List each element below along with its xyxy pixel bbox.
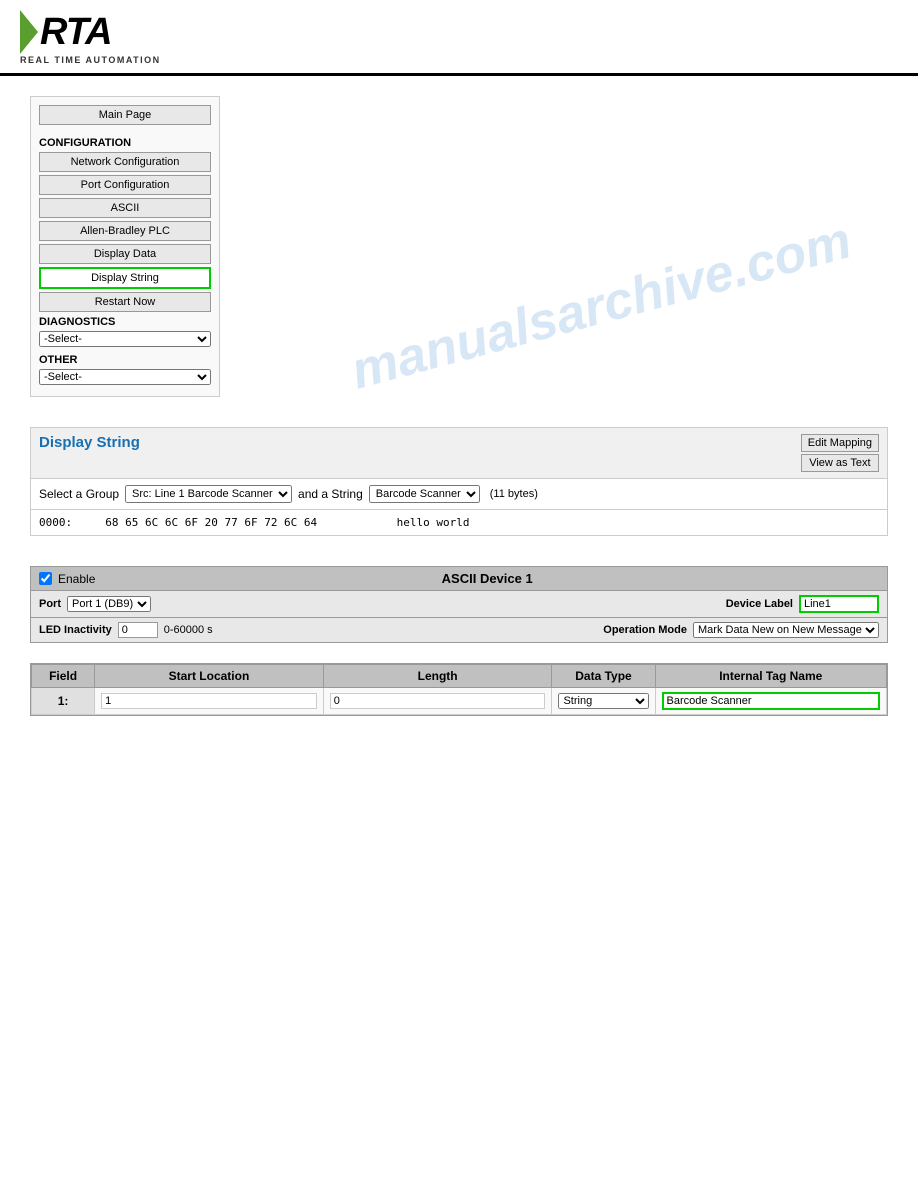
diagnostics-select[interactable]: -Select- — [39, 331, 211, 347]
main-content: manualsarchive.com Main Page CONFIGURATI… — [0, 76, 918, 736]
data-offset: 0000: — [39, 516, 72, 529]
device-label-input[interactable] — [799, 595, 879, 613]
view-as-text-button[interactable]: View as Text — [801, 454, 879, 472]
nav-allen-bradley-plc[interactable]: Allen-Bradley PLC — [39, 221, 211, 241]
header: RTA REAL TIME AUTOMATION — [0, 0, 918, 76]
start-location-input[interactable] — [101, 693, 317, 709]
row-data-type[interactable]: String — [552, 688, 655, 715]
operation-mode-label: Operation Mode — [603, 624, 687, 636]
logo-arrow-icon — [20, 10, 38, 54]
data-hex: 68 65 6C 6C 6F 20 77 6F 72 6C 64 — [105, 516, 317, 529]
nav-ascii[interactable]: ASCII — [39, 198, 211, 218]
led-inactivity-input[interactable] — [118, 622, 158, 638]
led-inactivity-label: LED Inactivity — [39, 624, 112, 636]
device-label-label: Device Label — [726, 598, 793, 610]
nav-panel: Main Page CONFIGURATION Network Configur… — [30, 96, 220, 397]
ascii-section: Enable ASCII Device 1 Port Port 1 (DB9) … — [30, 566, 888, 643]
bytes-label: (11 bytes) — [490, 488, 538, 500]
watermark: manualsarchive.com — [345, 210, 857, 401]
row-length[interactable] — [323, 688, 552, 715]
logo-container: RTA REAL TIME AUTOMATION — [20, 10, 161, 65]
row-field-num: 1: — [32, 688, 95, 715]
ascii-port-row: Port Port 1 (DB9) Device Label — [30, 590, 888, 617]
string-select[interactable]: Barcode Scanner — [369, 485, 480, 503]
data-text: hello world — [397, 516, 470, 529]
nav-port-config[interactable]: Port Configuration — [39, 175, 211, 195]
enable-checkbox[interactable] — [39, 572, 52, 585]
ds-buttons: Edit Mapping View as Text — [801, 434, 879, 472]
field-table-wrapper: Field Start Location Length Data Type In… — [30, 663, 888, 716]
length-input[interactable] — [330, 693, 546, 709]
led-inactivity-range: 0-60000 s — [164, 624, 213, 636]
col-start-location: Start Location — [95, 665, 324, 688]
other-label: OTHER — [39, 354, 211, 366]
row-start-location[interactable] — [95, 688, 324, 715]
ds-data-row: 0000: 68 65 6C 6C 6F 20 77 6F 72 6C 64 h… — [30, 509, 888, 536]
group-select[interactable]: Src: Line 1 Barcode Scanner — [125, 485, 292, 503]
display-string-title: Display String — [39, 434, 140, 451]
col-internal-tag-name: Internal Tag Name — [655, 665, 886, 688]
internal-tag-name-input[interactable] — [662, 692, 880, 710]
nav-network-config[interactable]: Network Configuration — [39, 152, 211, 172]
configuration-label: CONFIGURATION — [39, 137, 211, 149]
col-data-type: Data Type — [552, 665, 655, 688]
field-table: Field Start Location Length Data Type In… — [31, 664, 887, 715]
ascii-header-row: Enable ASCII Device 1 — [30, 566, 888, 590]
data-type-select[interactable]: String — [558, 693, 648, 709]
main-page-button[interactable]: Main Page — [39, 105, 211, 125]
ascii-led-row: LED Inactivity 0-60000 s Operation Mode … — [30, 617, 888, 643]
table-row: 1: String — [32, 688, 887, 715]
port-label: Port — [39, 598, 61, 610]
operation-mode-select[interactable]: Mark Data New on New Message — [693, 622, 879, 638]
diagnostics-label: DIAGNOSTICS — [39, 316, 211, 328]
nav-display-data[interactable]: Display Data — [39, 244, 211, 264]
select-group-label: Select a Group — [39, 487, 119, 501]
row-internal-tag-name[interactable] — [655, 688, 886, 715]
logo-box: RTA — [20, 10, 112, 54]
port-select[interactable]: Port 1 (DB9) — [67, 596, 151, 612]
edit-mapping-button[interactable]: Edit Mapping — [801, 434, 879, 452]
enable-label: Enable — [58, 572, 95, 586]
display-string-section: Display String Edit Mapping View as Text… — [30, 427, 888, 536]
ds-group-row: Select a Group Src: Line 1 Barcode Scann… — [30, 478, 888, 509]
logo-subtitle: REAL TIME AUTOMATION — [20, 55, 161, 65]
ascii-device-title: ASCII Device 1 — [95, 571, 879, 586]
nav-restart-now[interactable]: Restart Now — [39, 292, 211, 312]
and-string-label: and a String — [298, 487, 363, 501]
other-select[interactable]: -Select- — [39, 369, 211, 385]
logo-rta-text: RTA — [40, 13, 112, 51]
ds-header: Display String Edit Mapping View as Text — [30, 427, 888, 478]
col-length: Length — [323, 665, 552, 688]
nav-display-string[interactable]: Display String — [39, 267, 211, 289]
col-field: Field — [32, 665, 95, 688]
